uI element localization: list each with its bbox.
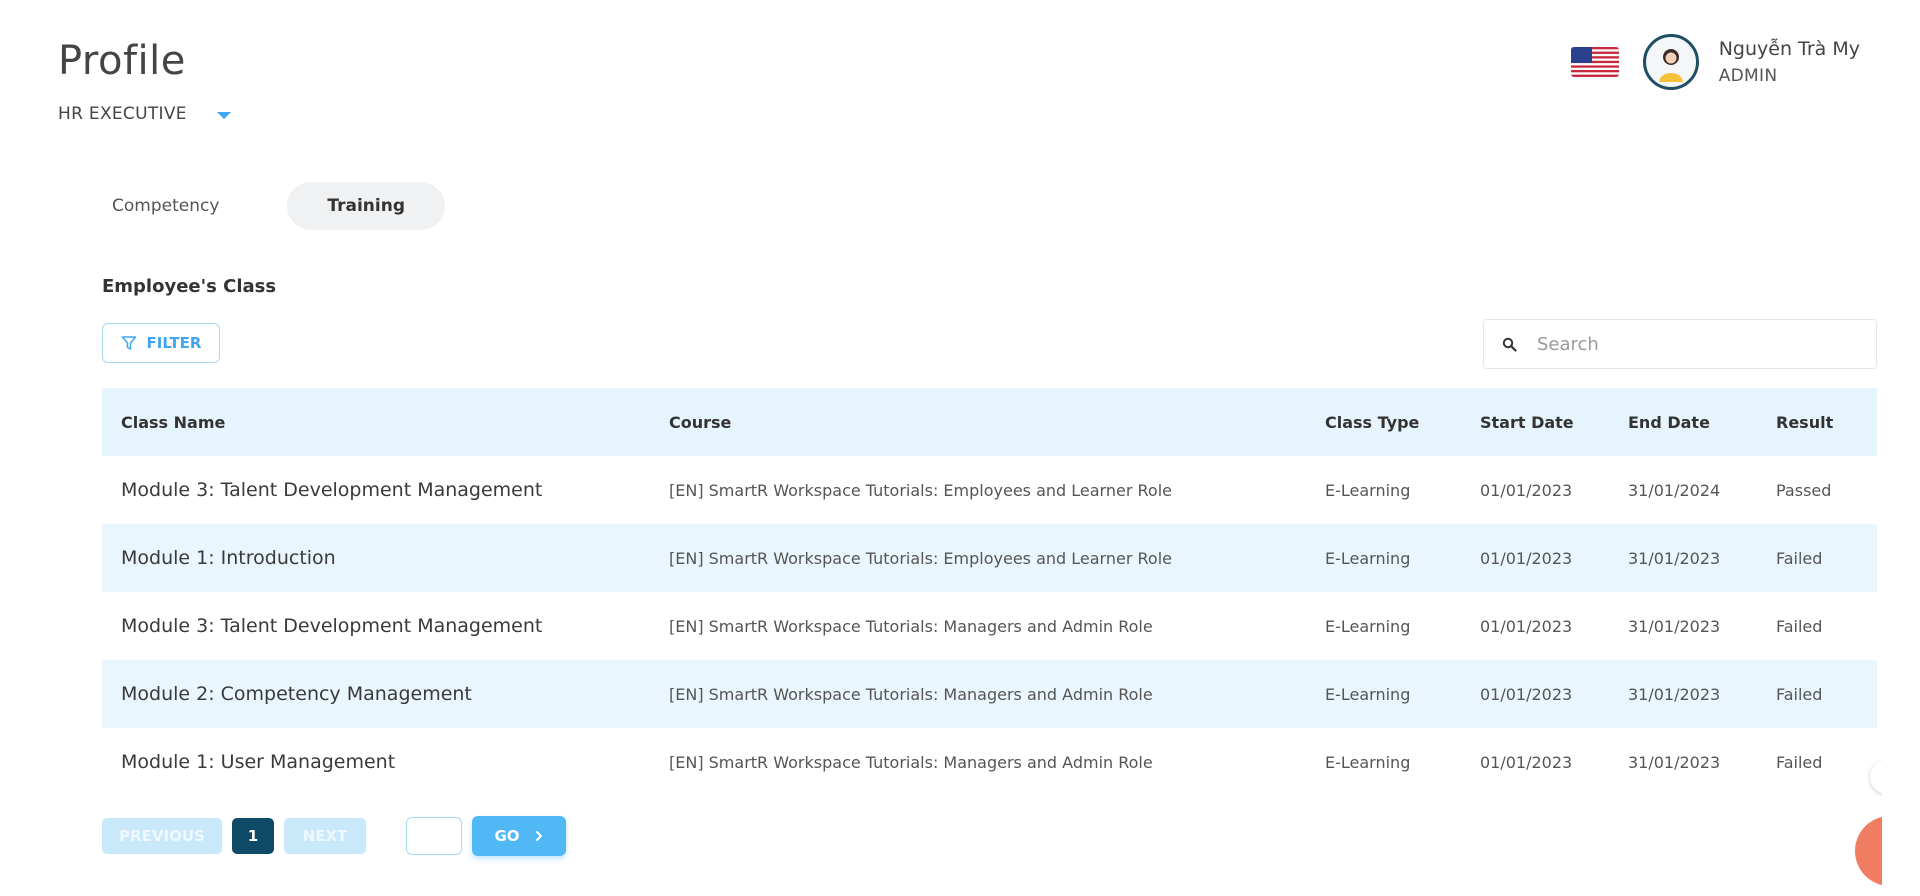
table-row[interactable]: Module 2: Competency Management [EN] Sma…	[102, 660, 1877, 728]
cell-course: [EN] SmartR Workspace Tutorials: Employe…	[669, 480, 1172, 500]
cell-end-date: 31/01/2023	[1628, 752, 1721, 772]
cell-start-date: 01/01/2023	[1480, 480, 1573, 500]
column-header-class-name[interactable]: Class Name	[102, 413, 650, 432]
cell-end-date: 31/01/2023	[1628, 616, 1721, 636]
table-row[interactable]: Module 3: Talent Development Management …	[102, 456, 1877, 524]
chevron-right-icon	[535, 831, 542, 841]
employee-class-table: Class Name Course Class Type Start Date …	[102, 388, 1877, 796]
filter-icon	[121, 336, 136, 350]
next-page-button[interactable]: NEXT	[284, 818, 366, 854]
filter-button[interactable]: FILTER	[102, 323, 220, 363]
role-selector-label: HR EXECUTIVE	[58, 104, 187, 124]
cell-result: Passed	[1776, 480, 1832, 500]
cell-end-date: 31/01/2023	[1628, 684, 1721, 704]
page-title: Profile	[58, 38, 186, 84]
search-input[interactable]	[1537, 333, 1837, 355]
cell-course: [EN] SmartR Workspace Tutorials: Manager…	[669, 752, 1153, 772]
cell-class-type: E-Learning	[1325, 752, 1411, 772]
page-jump-input[interactable]	[406, 817, 462, 855]
cell-class-name: Module 2: Competency Management	[121, 683, 472, 705]
user-info: Nguyễn Trà My ADMIN	[1719, 38, 1860, 86]
cell-class-name: Module 1: Introduction	[121, 547, 336, 569]
cell-course: [EN] SmartR Workspace Tutorials: Manager…	[669, 616, 1153, 636]
section-title: Employee's Class	[102, 276, 277, 297]
previous-page-button[interactable]: PREVIOUS	[102, 818, 222, 854]
cell-class-type: E-Learning	[1325, 548, 1411, 568]
user-role: ADMIN	[1718, 66, 1778, 86]
column-header-end-date[interactable]: End Date	[1609, 413, 1757, 432]
tab-training[interactable]: Training	[287, 182, 446, 230]
cell-class-type: E-Learning	[1325, 684, 1411, 704]
caret-down-icon	[216, 112, 231, 119]
table-row[interactable]: Module 1: User Management [EN] SmartR Wo…	[102, 728, 1877, 796]
page-number-current[interactable]: 1	[232, 818, 274, 854]
cell-class-type: E-Learning	[1325, 480, 1411, 500]
avatar[interactable]	[1642, 34, 1699, 90]
user-name: Nguyễn Trà My	[1718, 38, 1860, 60]
table-header-row: Class Name Course Class Type Start Date …	[102, 388, 1877, 456]
search-box	[1483, 319, 1877, 369]
column-header-class-type[interactable]: Class Type	[1306, 413, 1461, 432]
cell-result: Failed	[1776, 752, 1823, 772]
tab-competency[interactable]: Competency	[90, 182, 241, 230]
profile-tabs: Competency Training	[90, 182, 446, 230]
table-row[interactable]: Module 1: Introduction [EN] SmartR Works…	[102, 524, 1877, 592]
cell-class-name: Module 1: User Management	[121, 751, 396, 773]
cell-class-name: Module 3: Talent Development Management	[121, 479, 543, 501]
role-selector[interactable]: HR EXECUTIVE	[58, 104, 231, 124]
filter-label: FILTER	[146, 334, 202, 352]
cell-start-date: 01/01/2023	[1480, 752, 1573, 772]
go-button[interactable]: GO	[472, 816, 566, 856]
edge-mask	[1882, 740, 1920, 896]
cell-result: Failed	[1776, 548, 1823, 568]
us-flag-icon[interactable]	[1570, 47, 1619, 77]
cell-course: [EN] SmartR Workspace Tutorials: Manager…	[669, 684, 1153, 704]
cell-class-type: E-Learning	[1325, 616, 1411, 636]
cell-course: [EN] SmartR Workspace Tutorials: Employe…	[669, 548, 1172, 568]
column-header-result[interactable]: Result	[1757, 413, 1877, 432]
cell-start-date: 01/01/2023	[1480, 684, 1573, 704]
cell-start-date: 01/01/2023	[1480, 548, 1573, 568]
cell-start-date: 01/01/2023	[1480, 616, 1573, 636]
user-area: Nguyễn Trà My ADMIN	[1570, 34, 1860, 90]
table-row[interactable]: Module 3: Talent Development Management …	[102, 592, 1877, 660]
cell-class-name: Module 3: Talent Development Management	[121, 615, 543, 637]
go-label: GO	[494, 827, 520, 845]
pagination: PREVIOUS 1 NEXT GO	[102, 816, 566, 856]
column-header-start-date[interactable]: Start Date	[1461, 413, 1609, 432]
search-icon	[1502, 337, 1517, 352]
cell-end-date: 31/01/2024	[1628, 480, 1721, 500]
cell-result: Failed	[1776, 616, 1823, 636]
cell-result: Failed	[1776, 684, 1823, 704]
column-header-course[interactable]: Course	[650, 413, 1306, 432]
cell-end-date: 31/01/2023	[1628, 548, 1721, 568]
